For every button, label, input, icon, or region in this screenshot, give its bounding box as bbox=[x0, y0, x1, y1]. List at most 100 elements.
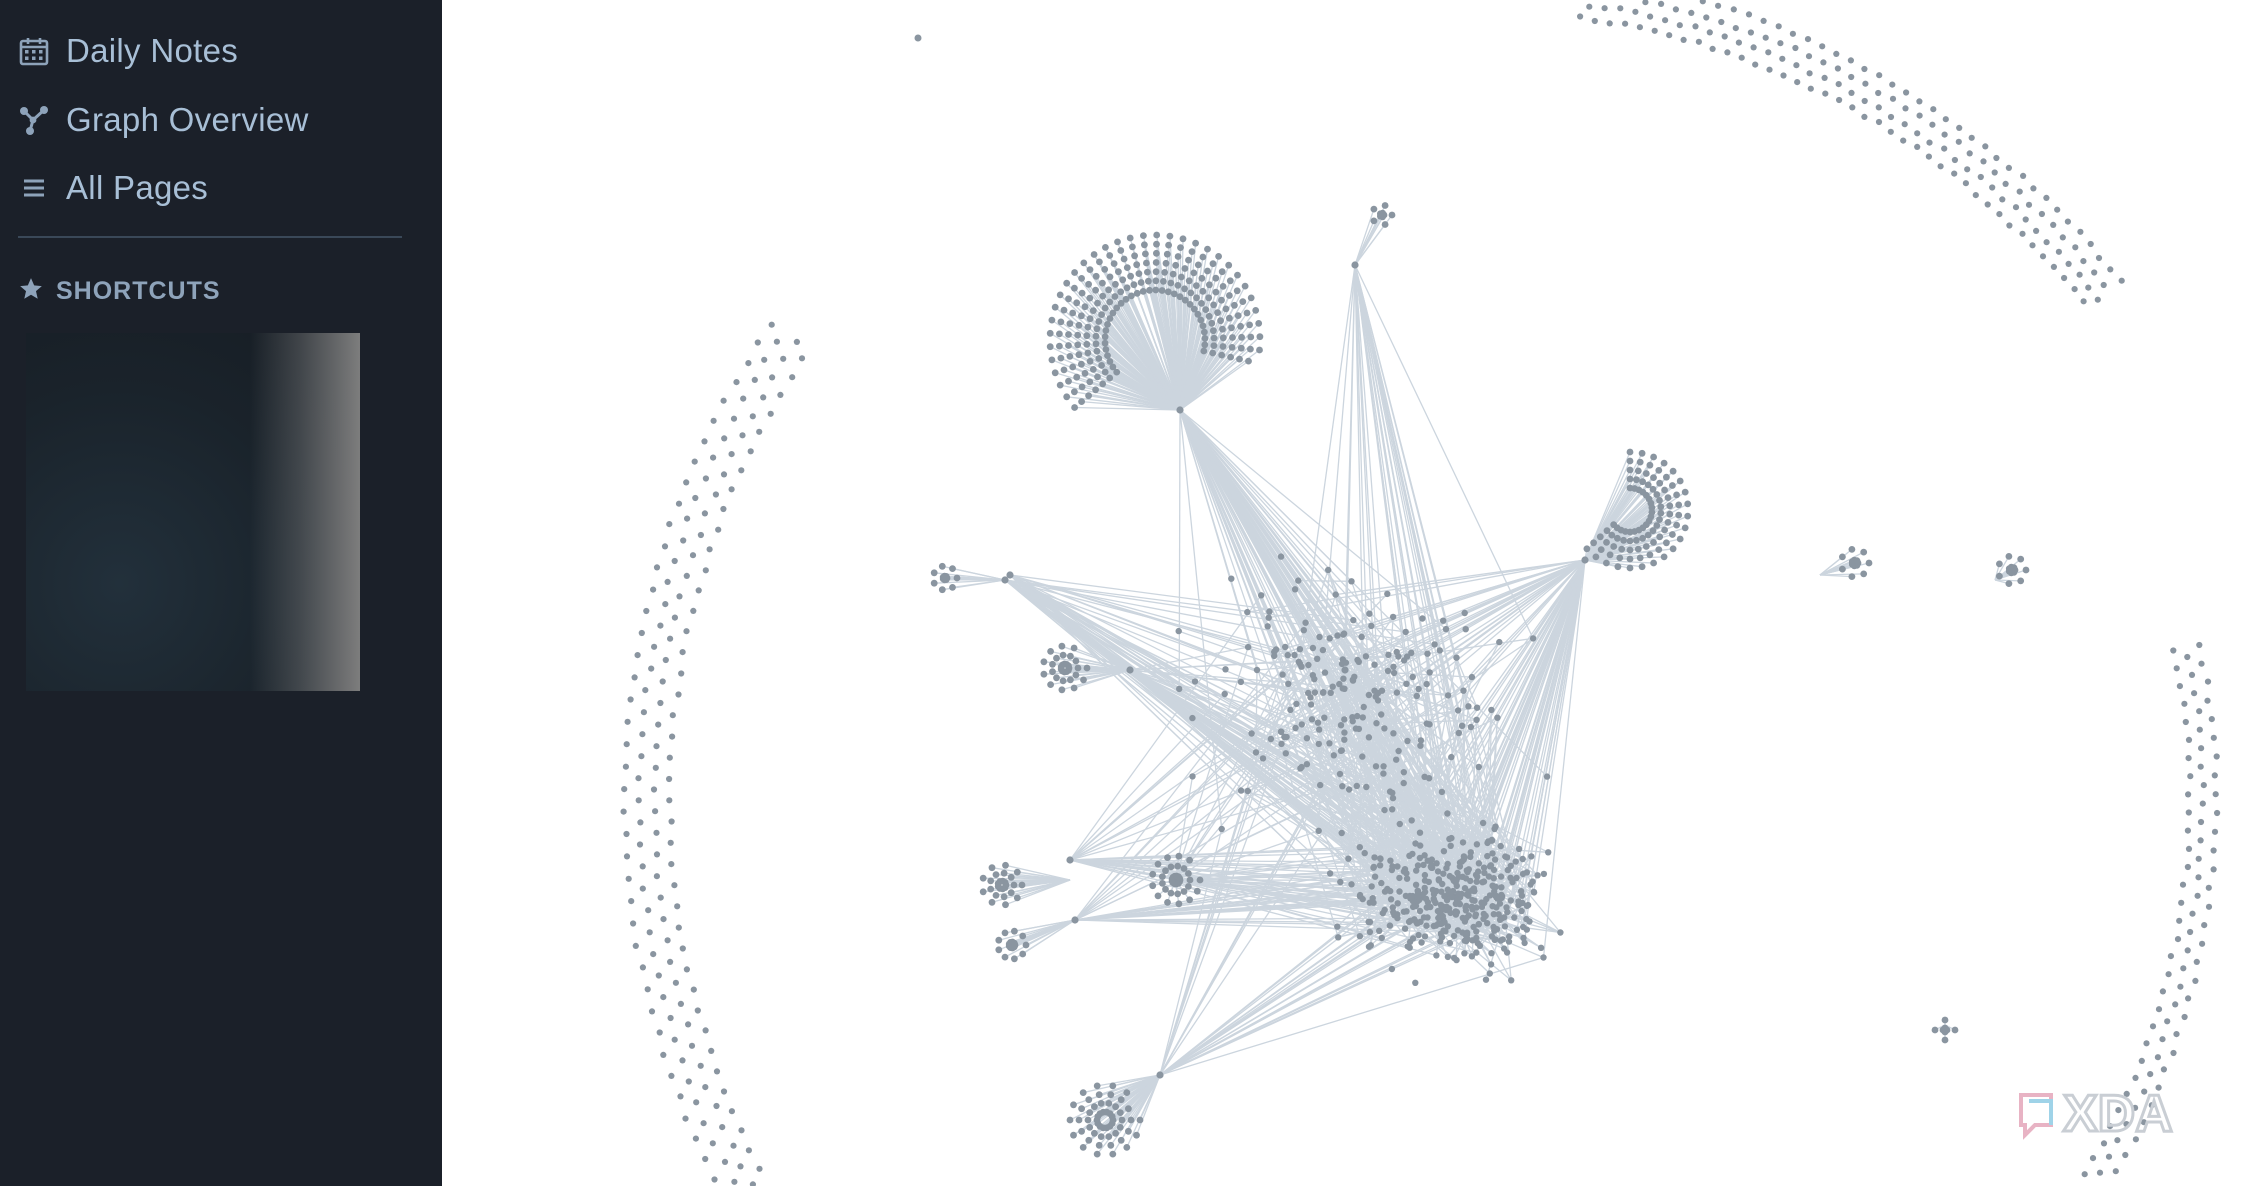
graph-node[interactable] bbox=[1779, 55, 1786, 62]
graph-node[interactable] bbox=[1647, 13, 1654, 20]
graph-node[interactable] bbox=[1676, 477, 1684, 485]
graph-node[interactable] bbox=[720, 1088, 728, 1095]
graph-node[interactable] bbox=[1308, 716, 1316, 723]
graph-node[interactable] bbox=[1193, 294, 1200, 302]
graph-node[interactable] bbox=[793, 338, 800, 345]
graph-node[interactable] bbox=[1074, 341, 1082, 349]
graph-node[interactable] bbox=[1646, 461, 1654, 469]
graph-node[interactable] bbox=[1421, 877, 1429, 884]
graph-node[interactable] bbox=[639, 731, 646, 738]
graph-node[interactable] bbox=[1389, 863, 1396, 870]
graph-node[interactable] bbox=[1929, 121, 1936, 128]
graph-node[interactable] bbox=[1074, 664, 1082, 672]
graph-node[interactable] bbox=[640, 709, 647, 716]
graph-node[interactable] bbox=[1319, 646, 1327, 654]
graph-node[interactable] bbox=[1738, 54, 1745, 61]
graph-node[interactable] bbox=[1143, 259, 1150, 267]
graph-node[interactable] bbox=[1335, 934, 1342, 941]
graph-node[interactable] bbox=[1435, 914, 1442, 922]
graph-node[interactable] bbox=[1366, 610, 1373, 617]
graph-node[interactable] bbox=[1366, 928, 1374, 936]
graph-node[interactable] bbox=[2196, 726, 2203, 733]
graph-node[interactable] bbox=[624, 718, 631, 725]
graph-node[interactable] bbox=[653, 564, 661, 571]
graph-node[interactable] bbox=[1793, 62, 1800, 69]
graph-node[interactable] bbox=[1056, 381, 1064, 389]
graph-node[interactable] bbox=[1475, 920, 1483, 928]
graph-node[interactable] bbox=[992, 892, 1000, 899]
graph-node[interactable] bbox=[739, 432, 746, 439]
graph-node[interactable] bbox=[1098, 311, 1105, 318]
graph-node[interactable] bbox=[1201, 328, 1208, 336]
graph-node[interactable] bbox=[2087, 240, 2094, 248]
graph-node[interactable] bbox=[1655, 467, 1663, 474]
graph-node[interactable] bbox=[1673, 491, 1680, 499]
graph-node[interactable] bbox=[639, 964, 646, 971]
graph-node[interactable] bbox=[1070, 644, 1078, 652]
graph-node[interactable] bbox=[768, 321, 775, 328]
graph-node[interactable] bbox=[1277, 553, 1285, 560]
graph-node[interactable] bbox=[1326, 870, 1334, 877]
graph-node[interactable] bbox=[1777, 40, 1784, 47]
graph-node[interactable] bbox=[1497, 873, 1505, 880]
graph-node[interactable] bbox=[1145, 277, 1152, 285]
graph-node[interactable] bbox=[1860, 570, 1868, 578]
graph-node[interactable] bbox=[1219, 343, 1227, 350]
graph-node[interactable] bbox=[1413, 692, 1420, 700]
graph-node[interactable] bbox=[1214, 309, 1221, 316]
graph-node[interactable] bbox=[1019, 950, 1027, 958]
graph-node[interactable] bbox=[1311, 675, 1318, 683]
graph-node[interactable] bbox=[1172, 261, 1180, 269]
graph-node[interactable] bbox=[2198, 745, 2205, 752]
graph-node[interactable] bbox=[1345, 786, 1353, 793]
graph-node[interactable] bbox=[656, 1029, 663, 1036]
graph-node[interactable] bbox=[1175, 900, 1183, 908]
graph-node[interactable] bbox=[1664, 519, 1672, 526]
graph-node[interactable] bbox=[1126, 666, 1134, 674]
graph-node[interactable] bbox=[1388, 965, 1396, 973]
graph-node[interactable] bbox=[2096, 1169, 2104, 1176]
graph-node[interactable] bbox=[1107, 1091, 1115, 1099]
graph-node[interactable] bbox=[643, 607, 650, 615]
graph-node[interactable] bbox=[1473, 878, 1480, 885]
graph-node[interactable] bbox=[1371, 854, 1378, 861]
graph-node[interactable] bbox=[1066, 353, 1074, 360]
graph-node[interactable] bbox=[1482, 976, 1490, 983]
graph-node[interactable] bbox=[625, 875, 632, 882]
graph-node[interactable] bbox=[1204, 245, 1211, 253]
graph-node[interactable] bbox=[1071, 916, 1079, 924]
graph-node[interactable] bbox=[1311, 689, 1319, 696]
graph-node[interactable] bbox=[1684, 512, 1692, 520]
graph-node[interactable] bbox=[1473, 841, 1481, 848]
graph-node[interactable] bbox=[1964, 166, 1971, 173]
graph-node[interactable] bbox=[1078, 289, 1086, 297]
graph-node[interactable] bbox=[1117, 1096, 1125, 1104]
graph-node[interactable] bbox=[2184, 653, 2191, 661]
graph-node[interactable] bbox=[1162, 867, 1169, 875]
graph-node[interactable] bbox=[1839, 565, 1846, 573]
graph-node[interactable] bbox=[1721, 33, 1728, 40]
graph-node[interactable] bbox=[1069, 309, 1077, 317]
graph-node[interactable] bbox=[1337, 722, 1345, 729]
graph-node[interactable] bbox=[1374, 697, 1382, 704]
graph-node[interactable] bbox=[1341, 666, 1349, 674]
graph-node[interactable] bbox=[1139, 288, 1147, 295]
graph-node[interactable] bbox=[671, 557, 678, 565]
graph-node[interactable] bbox=[1071, 284, 1078, 292]
graph-node[interactable] bbox=[2213, 753, 2220, 760]
graph-node[interactable] bbox=[690, 607, 697, 615]
graph-node[interactable] bbox=[1396, 874, 1403, 882]
graph-node[interactable] bbox=[1089, 307, 1097, 314]
graph-node[interactable] bbox=[702, 475, 709, 482]
graph-node[interactable] bbox=[1875, 118, 1883, 126]
graph-node[interactable] bbox=[2173, 1031, 2180, 1038]
graph-node[interactable] bbox=[1680, 36, 1687, 44]
graph-node[interactable] bbox=[650, 786, 658, 793]
graph-node[interactable] bbox=[1384, 590, 1391, 598]
graph-node[interactable] bbox=[1093, 325, 1101, 333]
graph-node[interactable] bbox=[1104, 352, 1111, 359]
graph-node[interactable] bbox=[1437, 938, 1444, 945]
graph-node[interactable] bbox=[728, 451, 735, 458]
graph-node[interactable] bbox=[767, 410, 774, 417]
graph-node[interactable] bbox=[1389, 794, 1397, 802]
